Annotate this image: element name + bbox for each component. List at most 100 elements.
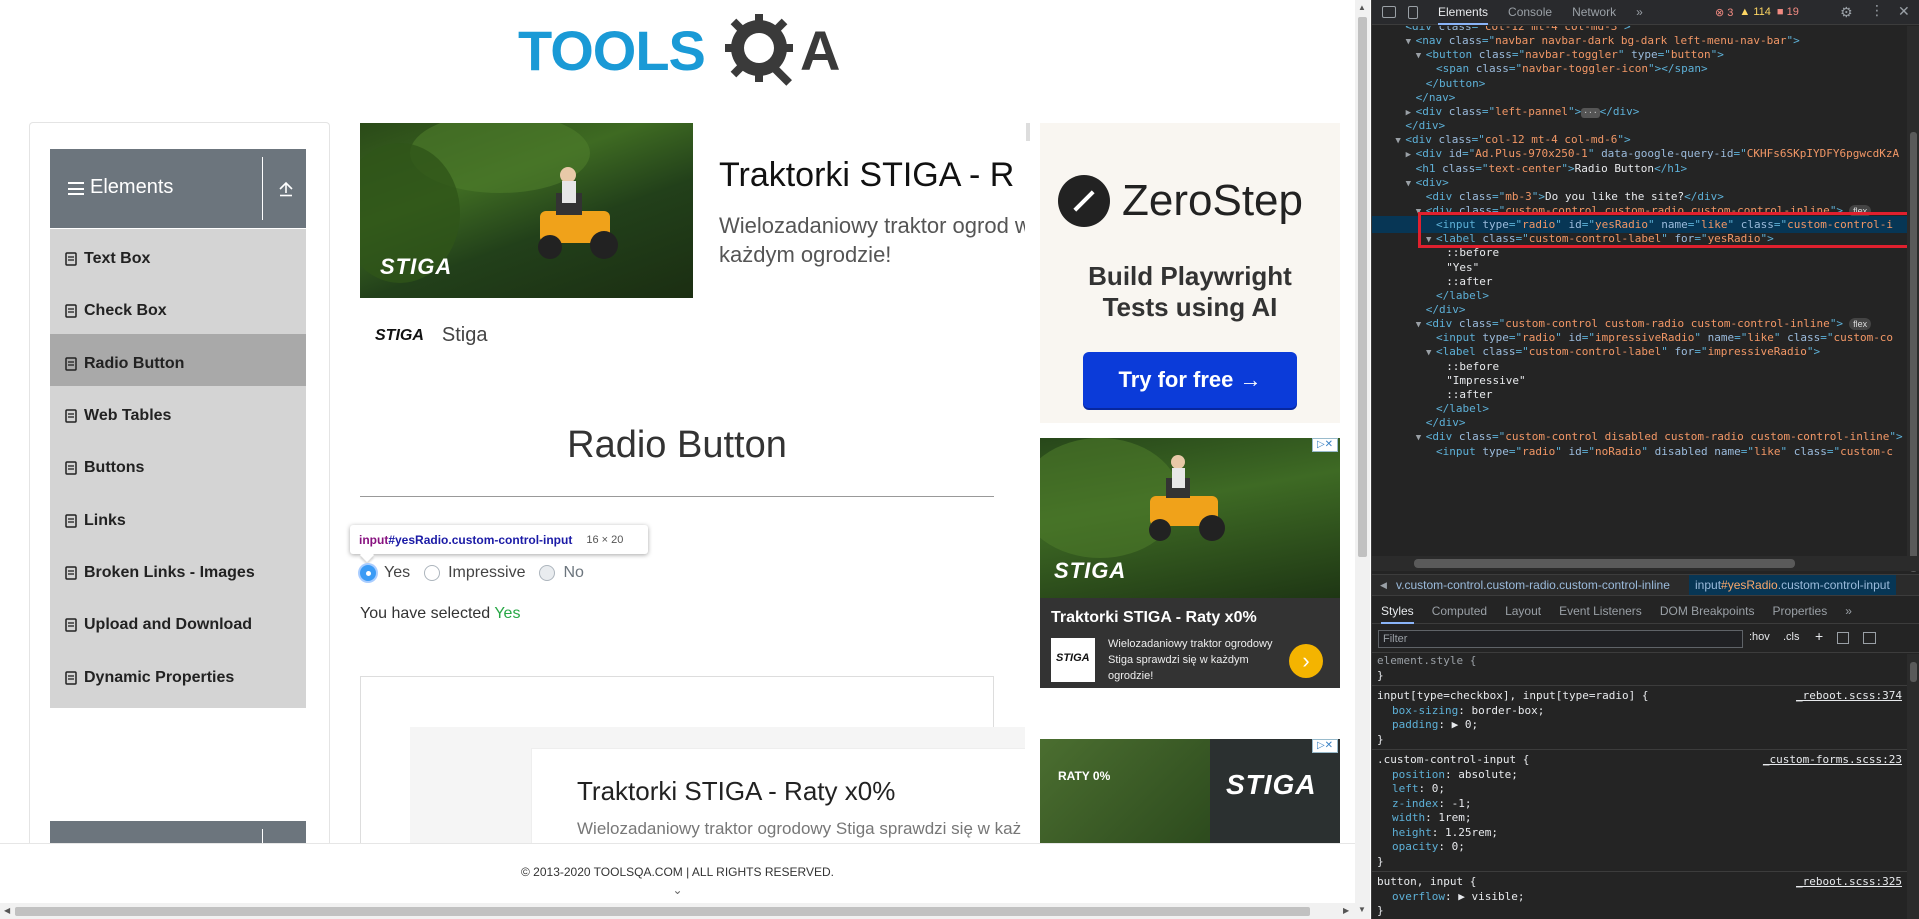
impressive-radio[interactable]: Impressive	[424, 564, 525, 582]
subtab-layout[interactable]: Layout	[1505, 598, 1541, 624]
issue-counters[interactable]: ⊗ 3 ▲ 114 ■ 19	[1715, 6, 1805, 19]
tab-console[interactable]: Console	[1508, 0, 1552, 25]
breadcrumb-current[interactable]: input#yesRadio.custom-control-input	[1689, 575, 1896, 595]
styles-vertical-scrollbar[interactable]	[1907, 654, 1919, 919]
property-value[interactable]: 0;	[1432, 782, 1445, 795]
scroll-up-icon[interactable]: ▲	[1358, 3, 1366, 12]
subtab-more[interactable]: »	[1845, 598, 1852, 624]
toolsqa-logo[interactable]: TOOLS A	[518, 14, 840, 90]
chevron-down-icon[interactable]: ⌄	[0, 883, 1355, 897]
zerostep-ad[interactable]: ZeroStep Build Playwright Tests using AI…	[1040, 123, 1340, 423]
dom-tree-horizontal-scrollbar[interactable]	[1372, 556, 1919, 571]
property-name[interactable]: width	[1392, 811, 1425, 824]
chevron-right-icon[interactable]: ›	[1289, 644, 1323, 678]
css-declaration[interactable]: padding: ▶ 0;	[1392, 718, 1478, 732]
adchoices-icon[interactable]: ▷✕	[1312, 739, 1338, 753]
css-declaration[interactable]: box-sizing: border-box;	[1392, 704, 1544, 718]
scrollbar-thumb[interactable]	[1910, 132, 1917, 572]
scrollbar-thumb[interactable]	[1358, 17, 1367, 557]
property-name[interactable]: height	[1392, 826, 1432, 839]
ad-title[interactable]: Traktorki STIGA - R	[719, 156, 1014, 195]
subtab-event-listeners[interactable]: Event Listeners	[1559, 598, 1642, 624]
cls-toggle[interactable]: .cls	[1783, 631, 1800, 643]
dom-tree[interactable]: <div class="col-12 mt-4 col-md-3"> ▼ <nav …	[1372, 26, 1919, 561]
subtab-computed[interactable]: Computed	[1432, 598, 1487, 624]
css-selector[interactable]: button, input {	[1377, 875, 1476, 889]
radio-circle[interactable]	[424, 565, 441, 581]
device-toolbar-icon[interactable]	[1408, 5, 1418, 19]
subtab-properties[interactable]: Properties	[1773, 598, 1828, 624]
breadcrumb-parent[interactable]: v.custom-control.custom-radio.custom-con…	[1396, 575, 1670, 595]
css-declaration[interactable]: opacity: 0;	[1392, 840, 1465, 854]
css-declaration[interactable]: overflow: ▶ visible;	[1392, 890, 1524, 904]
property-value[interactable]: 0;	[1452, 840, 1465, 853]
warning-count[interactable]: ▲ 114	[1739, 6, 1770, 19]
stiga-side-ad[interactable]: STIGA ▷✕ Traktorki STIGA - Raty x0% STIG…	[1040, 438, 1340, 688]
radio-circle[interactable]	[360, 565, 376, 581]
css-selector[interactable]: .custom-control-input {	[1377, 753, 1529, 767]
css-source-link[interactable]: _reboot.scss:374	[1796, 689, 1902, 702]
bottom-ad-title[interactable]: Traktorki STIGA - Raty x0%	[577, 776, 895, 807]
styles-filter-input[interactable]: Filter	[1378, 630, 1743, 648]
tab-more[interactable]: »	[1636, 0, 1643, 25]
hov-toggle[interactable]: :hov	[1749, 631, 1770, 643]
scrollbar-thumb[interactable]	[1414, 559, 1795, 568]
property-name[interactable]: position	[1392, 768, 1445, 781]
collapse-up-icon[interactable]	[277, 180, 295, 198]
property-name[interactable]: padding	[1392, 718, 1438, 731]
gear-icon[interactable]: ⚙	[1840, 4, 1853, 21]
dom-node-row[interactable]: <input type="radio" id="noRadio" disable…	[1372, 443, 1919, 460]
scroll-down-icon[interactable]: ▼	[1358, 905, 1366, 914]
property-value[interactable]: ▶ 0;	[1452, 718, 1479, 731]
stiga-small-ad[interactable]: RATY 0% STIGA ▷✕	[1040, 739, 1340, 848]
inspect-element-icon[interactable]	[1382, 6, 1396, 18]
radio-label[interactable]: Impressive	[448, 564, 525, 582]
css-source-link[interactable]: _reboot.scss:325	[1796, 875, 1902, 888]
css-source-link[interactable]: _custom-forms.scss:23	[1763, 753, 1902, 766]
css-declaration[interactable]: z-index: -1;	[1392, 797, 1471, 811]
property-value[interactable]: -1;	[1452, 797, 1472, 810]
ad-brand-row[interactable]: STIGA Stiga	[375, 324, 487, 347]
try-for-free-button[interactable]: Try for free →	[1083, 352, 1297, 408]
css-selector[interactable]: element.style {	[1377, 654, 1476, 668]
elements-group-header[interactable]: Elements	[50, 149, 306, 228]
top-banner-ad[interactable]: STIGA Traktorki STIGA - R Wielozadaniowy…	[360, 123, 1054, 298]
new-rule-icon[interactable]: +	[1815, 628, 1823, 644]
scrollbar-thumb[interactable]	[15, 907, 1310, 916]
property-name[interactable]: opacity	[1392, 840, 1438, 853]
yes-radio[interactable]: Yes	[360, 564, 410, 582]
toggle-sidebar-icon[interactable]	[1863, 632, 1876, 644]
radio-label[interactable]: Yes	[384, 564, 410, 582]
tab-elements[interactable]: Elements	[1438, 0, 1489, 25]
scroll-right-icon[interactable]: ▶	[1343, 906, 1349, 915]
subtab-styles[interactable]: Styles	[1381, 598, 1414, 624]
sidebar-item-dynamic-properties[interactable]: Dynamic Properties	[50, 648, 306, 710]
more-options-icon[interactable]: ⋮	[1870, 2, 1884, 19]
error-count[interactable]: ⊗ 3	[1715, 6, 1733, 19]
property-value[interactable]: 1rem;	[1438, 811, 1471, 824]
css-declaration[interactable]: height: 1.25rem;	[1392, 826, 1498, 840]
css-selector[interactable]: input[type=checkbox], input[type=radio] …	[1377, 689, 1649, 703]
css-declaration[interactable]: left: 0;	[1392, 782, 1445, 796]
property-value[interactable]: 1.25rem;	[1445, 826, 1498, 839]
issues-count[interactable]: ■ 19	[1777, 6, 1799, 19]
paint-icon[interactable]	[1837, 632, 1849, 644]
property-name[interactable]: left	[1392, 782, 1419, 795]
scrollbar-thumb[interactable]	[1910, 662, 1917, 682]
stiga-side-ad-title[interactable]: Traktorki STIGA - Raty x0%	[1051, 609, 1257, 627]
css-declaration[interactable]: width: 1rem;	[1392, 811, 1472, 825]
scroll-left-icon[interactable]: ◀	[4, 906, 10, 915]
tab-network[interactable]: Network	[1572, 0, 1616, 25]
vertical-scrollbar[interactable]: ▲ ▼	[1355, 0, 1370, 919]
dom-tree-vertical-scrollbar[interactable]	[1907, 26, 1919, 572]
ad-scroll-handle[interactable]	[1026, 123, 1030, 141]
property-value[interactable]: ▶ visible;	[1458, 890, 1524, 903]
property-name[interactable]: box-sizing	[1392, 704, 1458, 717]
property-value[interactable]: absolute;	[1458, 768, 1518, 781]
breadcrumb-left-arrow-icon[interactable]: ◀	[1380, 575, 1387, 595]
subtab-dom-breakpoints[interactable]: DOM Breakpoints	[1660, 598, 1755, 624]
adchoices-icon[interactable]: ▷✕	[1312, 438, 1338, 452]
horizontal-scrollbar[interactable]: ◀ ▶	[0, 903, 1355, 919]
close-icon[interactable]: ✕	[1898, 3, 1910, 20]
property-name[interactable]: overflow	[1392, 890, 1445, 903]
